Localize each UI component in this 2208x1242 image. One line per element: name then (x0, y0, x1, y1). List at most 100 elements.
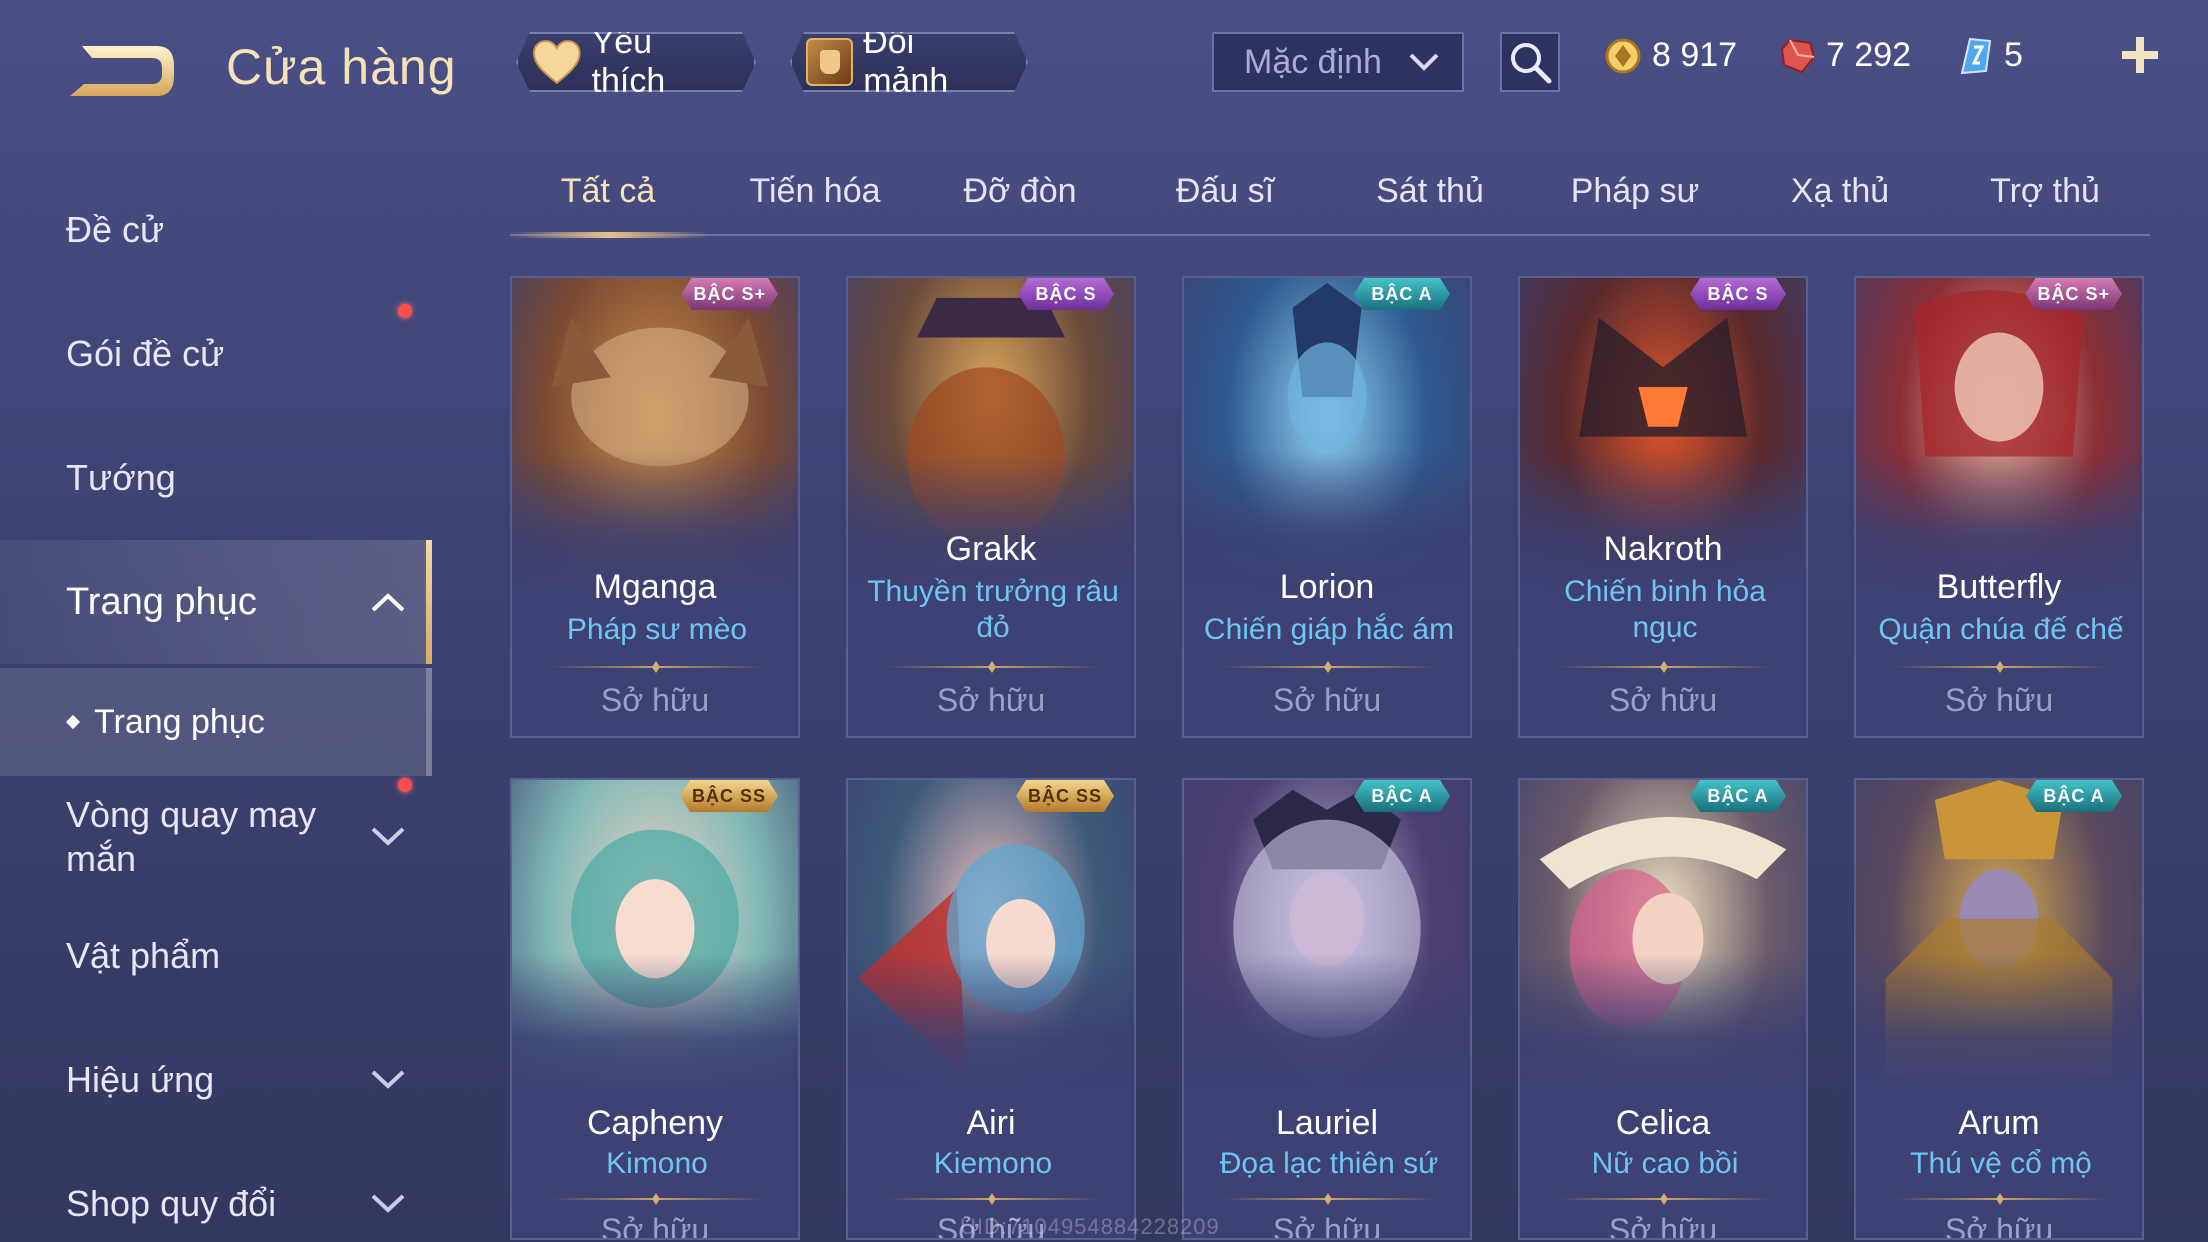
sidebar-item-effects[interactable]: Hiệu ứng (0, 1030, 432, 1130)
ruby-balance: 7 292 (1780, 36, 1911, 75)
hero-name: Lauriel (1275, 1104, 1379, 1142)
tab-label: Trợ thủ (1990, 172, 2100, 210)
ruby-amount: 7 292 (1826, 36, 1912, 74)
role-tabs: Tất cả Tiến hóa Đỡ đòn Đấu sĩ Sát thủ Ph… (510, 160, 2150, 238)
card-divider (1560, 666, 1770, 668)
sidebar-item-lucky-spin[interactable]: Vòng quay may mắn (0, 778, 432, 892)
hero-name: Butterfly (1936, 568, 2062, 606)
gold-coin-icon (1605, 38, 1641, 73)
favorites-label: Yêu thích (591, 23, 666, 100)
hero-name: Celica (1615, 1104, 1711, 1142)
owned-status: Sở hữu (1272, 682, 1382, 718)
tab-marksman[interactable]: Xạ thủ (1750, 172, 1930, 211)
sidebar-item-label: Tướng (66, 457, 176, 498)
sidebar-item-label: Shop quy đổi (66, 1183, 277, 1224)
ruby-icon (1780, 38, 1816, 73)
crystal-icon (1960, 37, 1992, 74)
sort-dropdown[interactable]: Mặc định (1212, 32, 1464, 92)
hero-name: Mganga (593, 568, 717, 606)
skin-card[interactable]: BẬC S Nakroth Chiến binh hỏa ngục Sở hữu (1518, 276, 1808, 738)
back-button[interactable] (62, 36, 182, 106)
sidebar: Đề cử Gói đề cử Tướng Trang phục Trang p… (0, 150, 432, 1242)
card-divider (888, 666, 1098, 668)
sidebar-item-items[interactable]: Vật phẩm (0, 906, 432, 1006)
skin-card[interactable]: BẬC A Celica Nữ cao bồi Sở hữu (1518, 778, 1808, 1240)
skin-name: Chiến giáp hắc ám (1203, 613, 1455, 646)
tab-support[interactable]: Trợ thủ (1955, 172, 2135, 211)
tab-mage[interactable]: Pháp sư (1545, 172, 1725, 211)
chevron-down-icon (371, 1070, 405, 1089)
sidebar-item-featured-bundles[interactable]: Gói đề cử (0, 304, 432, 404)
hero-name: Airi (966, 1104, 1016, 1142)
skin-name: Pháp sư mèo (566, 613, 748, 646)
sidebar-item-label: Vòng quay may mắn (66, 794, 317, 879)
skin-name: Chiến binh hỏa ngục (1564, 575, 1766, 644)
hero-name: Lorion (1279, 568, 1375, 606)
skin-card[interactable]: BẬC A Arum Thú vệ cổ mộ Sở hữu (1854, 778, 2144, 1240)
card-divider (1896, 1198, 2106, 1200)
tier-badge: BẬC A (1354, 780, 1450, 812)
sort-selected-value: Mặc định (1244, 42, 1382, 81)
tab-all[interactable]: Tất cả (518, 172, 698, 211)
owned-status: Sở hữu (936, 682, 1046, 718)
card-divider (552, 1198, 762, 1200)
sidebar-item-exchange-shop[interactable]: Shop quy đổi (0, 1154, 432, 1242)
tab-label: Sát thủ (1376, 172, 1484, 210)
tab-evolution[interactable]: Tiến hóa (725, 172, 905, 211)
crystal-amount: 5 (2004, 36, 2023, 74)
card-divider (552, 666, 762, 668)
sidebar-item-featured[interactable]: Đề cử (0, 180, 432, 280)
tab-label: Tất cả (560, 172, 656, 210)
tab-label: Đấu sĩ (1175, 172, 1275, 210)
card-divider (1224, 1198, 1434, 1200)
sidebar-item-heroes[interactable]: Tướng (0, 428, 432, 528)
chevron-down-icon (371, 827, 405, 846)
skin-name: Thú vệ cổ mộ (1910, 1147, 2092, 1180)
skin-name: Quận chúa đế chế (1878, 613, 2124, 646)
sidebar-item-label: Gói đề cử (66, 333, 225, 374)
skin-card[interactable]: BẬC S Grakk Thuyền trưởng râu đỏ Sở hữu (846, 276, 1136, 738)
favorites-button[interactable]: Yêu thích (516, 32, 756, 92)
skin-card[interactable]: BẬC SS Capheny Kimono Sở hữu (510, 778, 800, 1240)
owned-status: Sở hữu (1608, 682, 1718, 718)
tab-warrior[interactable]: Đấu sĩ (1135, 172, 1315, 211)
owned-status: Sở hữu (1944, 1212, 2054, 1240)
card-divider (888, 1198, 1098, 1200)
owned-status: Sở hữu (1272, 1212, 1382, 1240)
skin-card[interactable]: BẬC A Lauriel Đọa lạc thiên sứ Sở hữu (1182, 778, 1472, 1240)
tier-badge: BẬC S (1690, 278, 1786, 310)
skin-card[interactable]: BẬC S+ Butterfly Quận chúa đế chế Sở hữu (1854, 276, 2144, 738)
skin-card[interactable]: BẬC A Lorion Chiến giáp hắc ám Sở hữu (1182, 276, 1472, 738)
tab-label: Đỡ đòn (963, 172, 1077, 210)
sidebar-item-label: Trang phục (66, 580, 257, 623)
notification-dot (398, 304, 412, 318)
tab-tank[interactable]: Đỡ đòn (930, 172, 1110, 211)
gold-amount: 8 917 (1652, 36, 1738, 74)
tab-label: Tiến hóa (749, 172, 881, 210)
heart-icon (532, 39, 582, 85)
exchange-fragments-label: Đổi mảnh (863, 23, 949, 100)
skin-name: Thuyền trưởng râu đỏ (867, 575, 1119, 644)
back-arrow-icon (70, 46, 174, 96)
hero-name: Nakroth (1603, 530, 1723, 568)
skin-card[interactable]: BẬC S+ Mganga Pháp sư mèo Sở hữu (510, 276, 800, 738)
tier-badge: BẬC A (1690, 780, 1786, 812)
tab-assassin[interactable]: Sát thủ (1340, 172, 1520, 211)
sidebar-item-label: Đề cử (66, 209, 165, 250)
active-tab-indicator (510, 232, 708, 238)
skin-name: Kiemono (933, 1147, 1053, 1180)
exchange-fragments-button[interactable]: Đổi mảnh (790, 32, 1028, 92)
owned-status: Sở hữu (600, 1212, 710, 1240)
tab-label: Xạ thủ (1790, 172, 1890, 210)
sidebar-item-skins[interactable]: Trang phục (0, 540, 432, 664)
tier-badge: BẬC S+ (2025, 278, 2122, 310)
add-currency-button[interactable] (2118, 30, 2162, 90)
search-button[interactable] (1500, 32, 1560, 92)
sidebar-subitem-label: Trang phục (94, 702, 265, 741)
card-divider (1896, 666, 2106, 668)
top-bar: Cửa hàng Yêu thích Đổi mảnh Mặc định 8 9… (0, 0, 2208, 130)
page-title: Cửa hàng (226, 39, 457, 95)
skin-card[interactable]: BẬC SS Airi Kiemono Sở hữu (846, 778, 1136, 1240)
sidebar-subitem-skins[interactable]: Trang phục (0, 668, 432, 776)
sidebar-item-label: Hiệu ứng (66, 1059, 215, 1100)
